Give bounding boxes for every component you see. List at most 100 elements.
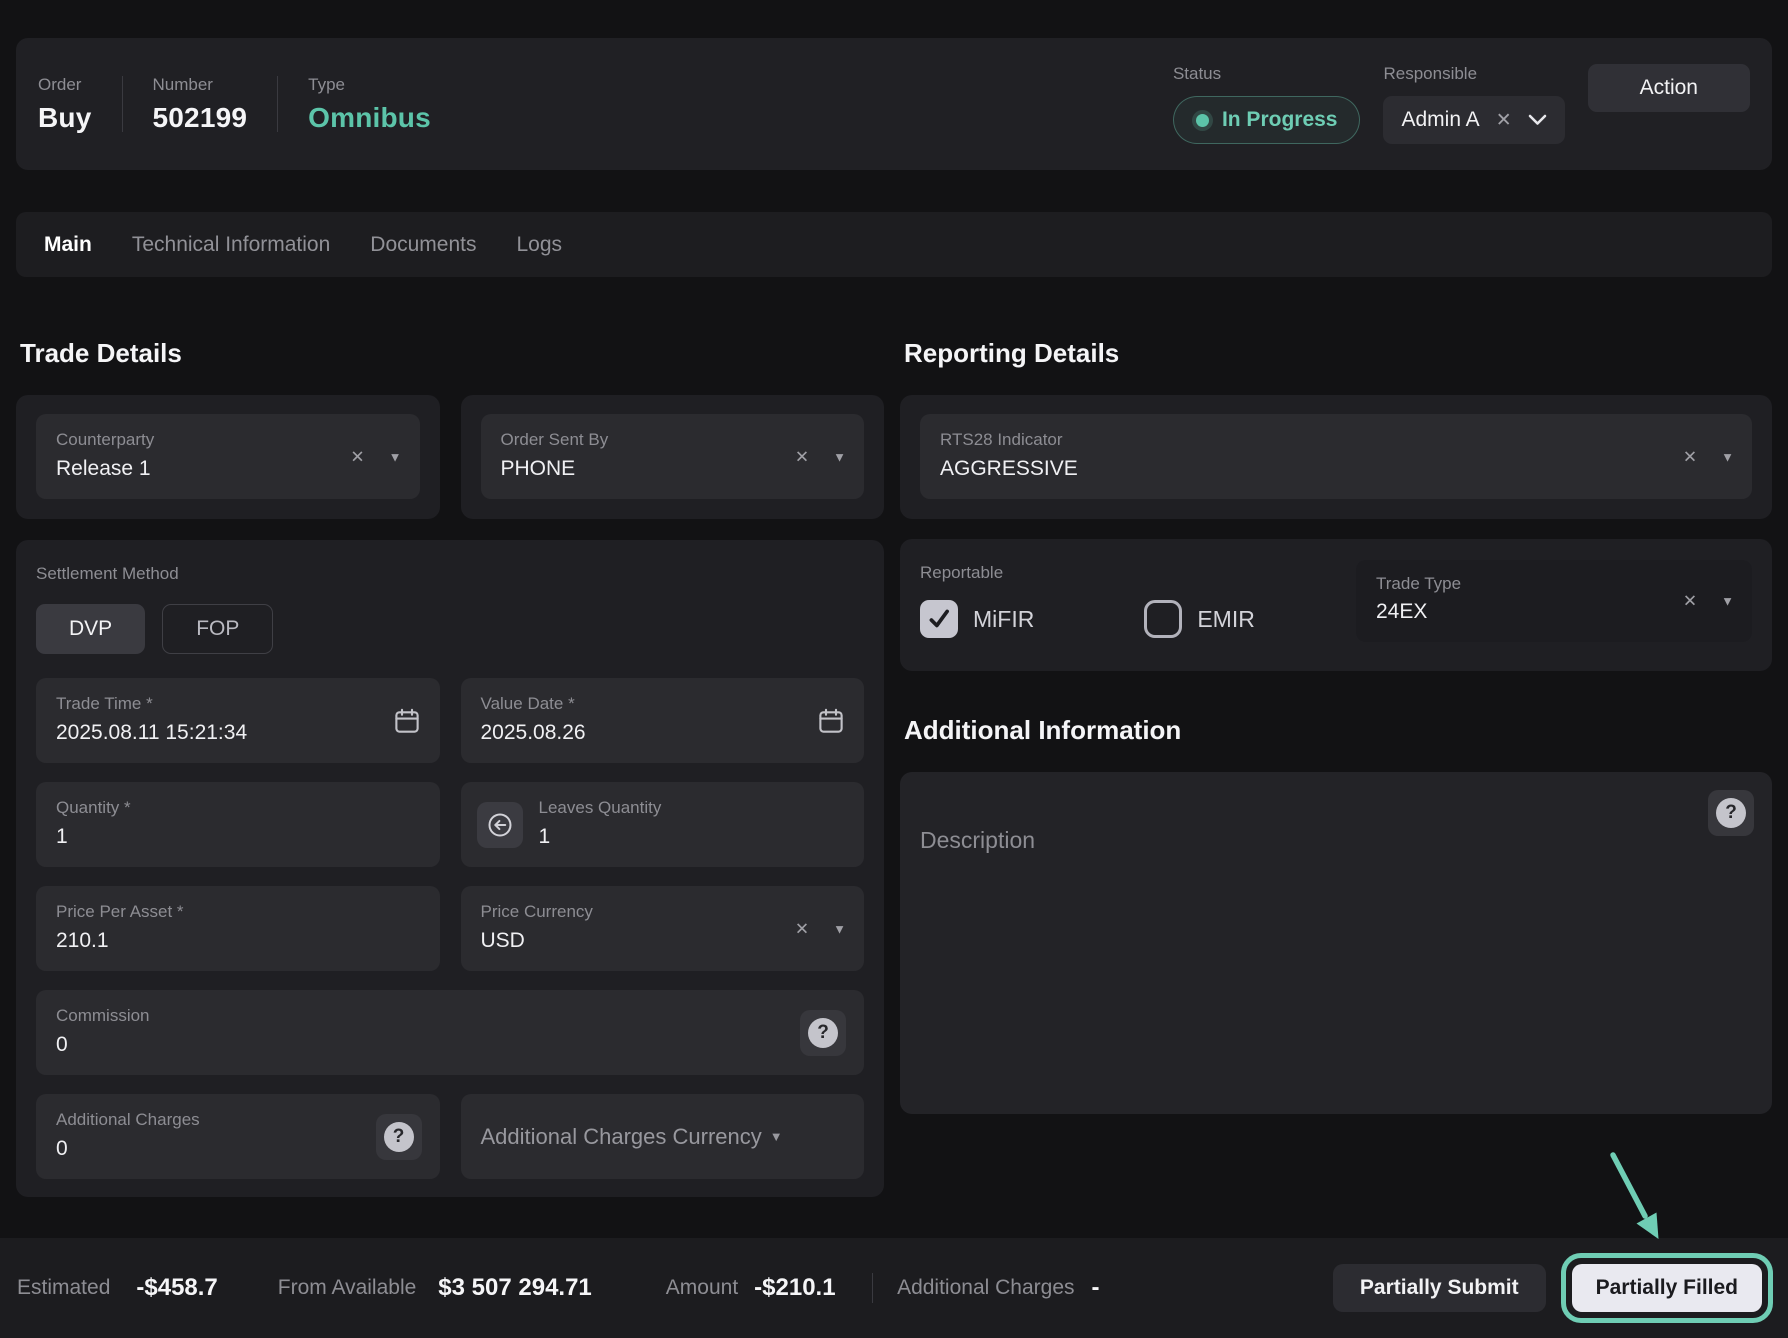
order-page: Order Buy Number 502199 Type Omnibus Sta…: [0, 0, 1788, 1338]
status-dot-icon: [1196, 114, 1209, 127]
tab-logs[interactable]: Logs: [517, 233, 563, 257]
order-sent-by-card: Order Sent By PHONE ✕ ▼: [461, 395, 885, 519]
order-type: Type Omnibus: [308, 75, 431, 134]
tab-technical-information[interactable]: Technical Information: [132, 233, 330, 257]
help-icon[interactable]: ?: [800, 1010, 846, 1056]
leaves-quantity-field[interactable]: Leaves Quantity 1: [461, 782, 865, 867]
additional-charges-currency-select[interactable]: Additional Charges Currency ▼: [461, 1094, 865, 1179]
value-date-field[interactable]: Value Date * 2025.08.26: [461, 678, 865, 763]
price-currency-select[interactable]: Price Currency USD ✕ ▼: [461, 886, 865, 971]
clear-icon[interactable]: ✕: [795, 448, 809, 465]
additional-charges-label: Additional Charges: [56, 1110, 420, 1130]
commission-field[interactable]: Commission 0 ?: [36, 990, 864, 1075]
amount-label: Amount: [666, 1276, 738, 1300]
partially-submit-button[interactable]: Partially Submit: [1333, 1264, 1546, 1312]
header-divider: [277, 76, 278, 132]
header-divider: [122, 76, 123, 132]
counterparty-select[interactable]: Counterparty Release 1 ✕ ▼: [36, 414, 420, 499]
trade-time-field[interactable]: Trade Time * 2025.08.11 15:21:34: [36, 678, 440, 763]
price-currency-value: USD: [481, 927, 845, 955]
trade-details-section: Trade Details Counterparty Release 1 ✕ ▼…: [16, 338, 884, 1197]
trade-type-value: 24EX: [1376, 598, 1732, 626]
from-available-value: $3 507 294.71: [438, 1274, 591, 1302]
additional-charges-field[interactable]: Additional Charges 0 ?: [36, 1094, 440, 1179]
commission-value: 0: [56, 1031, 844, 1059]
additional-charges-currency-label: Additional Charges Currency: [481, 1124, 762, 1150]
responsible-label: Responsible: [1383, 64, 1564, 84]
additional-charges-value: 0: [56, 1135, 420, 1163]
dropdown-icon[interactable]: ▼: [833, 450, 846, 463]
responsible-select[interactable]: Admin A ✕: [1383, 96, 1564, 144]
order-value: Buy: [38, 102, 92, 134]
order-side: Order Buy: [38, 75, 92, 134]
trade-time-value: 2025.08.11 15:21:34: [56, 719, 420, 747]
calendar-icon[interactable]: [816, 706, 846, 736]
status-group: Status In Progress: [1173, 64, 1361, 144]
help-icon[interactable]: ?: [376, 1114, 422, 1160]
clear-icon[interactable]: ✕: [1683, 448, 1697, 465]
tab-bar: Main Technical Information Documents Log…: [16, 212, 1772, 277]
emir-checkbox[interactable]: [1144, 600, 1182, 638]
commission-label: Commission: [56, 1006, 844, 1026]
footer-additional-charges-label: Additional Charges: [897, 1276, 1074, 1300]
description-card: Description ?: [900, 772, 1772, 1114]
description-input[interactable]: Description: [920, 827, 1752, 854]
copy-left-arrow-icon[interactable]: [477, 802, 523, 848]
price-per-asset-value: 210.1: [56, 927, 420, 955]
main-content: Trade Details Counterparty Release 1 ✕ ▼…: [16, 338, 1772, 1197]
calendar-icon[interactable]: [392, 706, 422, 736]
mifir-label: MiFIR: [973, 606, 1034, 633]
clear-icon[interactable]: ✕: [1496, 111, 1512, 130]
partially-filled-button[interactable]: Partially Filled: [1572, 1264, 1762, 1312]
type-label: Type: [308, 75, 431, 95]
quantity-value: 1: [56, 823, 420, 851]
dropdown-icon[interactable]: ▼: [1721, 595, 1734, 608]
order-number: Number 502199: [153, 75, 248, 134]
rts28-card: RTS28 Indicator AGGRESSIVE ✕ ▼: [900, 395, 1772, 519]
order-sent-by-label: Order Sent By: [501, 430, 845, 450]
dropdown-icon[interactable]: ▼: [833, 922, 846, 935]
partially-filled-highlight-ring: Partially Filled: [1561, 1253, 1773, 1323]
status-value: In Progress: [1222, 108, 1338, 132]
clear-icon[interactable]: ✕: [1683, 593, 1697, 610]
trade-type-select[interactable]: Trade Type 24EX ✕ ▼: [1356, 560, 1752, 642]
quantity-label: Quantity *: [56, 798, 420, 818]
tab-main[interactable]: Main: [44, 233, 92, 257]
price-per-asset-field[interactable]: Price Per Asset * 210.1: [36, 886, 440, 971]
order-label: Order: [38, 75, 92, 95]
action-button[interactable]: Action: [1588, 64, 1750, 112]
settlement-option-fop[interactable]: FOP: [162, 604, 273, 654]
clear-icon[interactable]: ✕: [350, 448, 364, 465]
header-right: Status In Progress Responsible Admin A ✕…: [1173, 64, 1750, 144]
footer-divider: [872, 1273, 874, 1303]
tab-documents[interactable]: Documents: [370, 233, 476, 257]
quantity-field[interactable]: Quantity * 1: [36, 782, 440, 867]
trade-type-label: Trade Type: [1376, 574, 1732, 594]
settlement-option-dvp[interactable]: DVP: [36, 604, 145, 654]
number-value: 502199: [153, 102, 248, 134]
responsible-value: Admin A: [1401, 108, 1479, 132]
settlement-method-label: Settlement Method: [36, 564, 864, 584]
trade-details-title: Trade Details: [20, 338, 884, 368]
rts28-indicator-value: AGGRESSIVE: [940, 455, 1732, 483]
price-currency-label: Price Currency: [481, 902, 845, 922]
clear-icon[interactable]: ✕: [795, 920, 809, 937]
dropdown-icon[interactable]: ▼: [1721, 450, 1734, 463]
order-sent-by-select[interactable]: Order Sent By PHONE ✕ ▼: [481, 414, 865, 499]
additional-information-title: Additional Information: [904, 715, 1772, 745]
order-sent-by-value: PHONE: [501, 455, 845, 483]
footer-buttons: Partially Submit Partially Filled: [1333, 1253, 1773, 1323]
type-value: Omnibus: [308, 102, 431, 134]
rts28-indicator-select[interactable]: RTS28 Indicator AGGRESSIVE ✕ ▼: [920, 414, 1752, 499]
action-group: Action: [1588, 64, 1750, 144]
chevron-down-icon[interactable]: [1528, 114, 1547, 126]
from-available-label: From Available: [278, 1276, 417, 1300]
dropdown-icon[interactable]: ▼: [770, 1130, 783, 1143]
reportable-card: Reportable MiFIR EMIR Trade Type 24EX ✕ …: [900, 539, 1772, 671]
number-label: Number: [153, 75, 248, 95]
value-date-value: 2025.08.26: [481, 719, 845, 747]
dropdown-icon[interactable]: ▼: [389, 450, 402, 463]
help-icon[interactable]: ?: [1708, 790, 1754, 836]
rts28-indicator-label: RTS28 Indicator: [940, 430, 1732, 450]
mifir-checkbox[interactable]: [920, 600, 958, 638]
